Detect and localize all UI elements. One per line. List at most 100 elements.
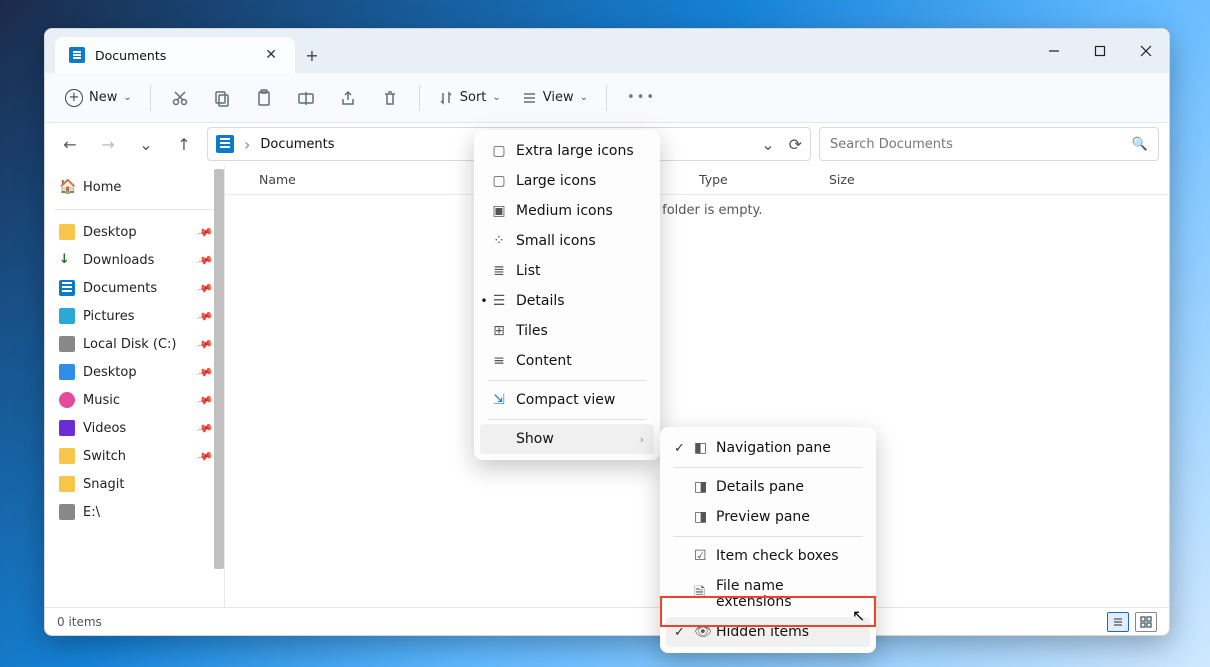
chevron-down-icon: ⌄ (580, 92, 588, 103)
paste-button[interactable] (245, 83, 283, 113)
menu-item-details[interactable]: •☰Details (480, 286, 654, 316)
back-button[interactable]: ← (55, 129, 85, 159)
grid-icon (1140, 616, 1152, 628)
sidebar-item-snagit[interactable]: Snagit (51, 470, 220, 498)
sidebar-label: Home (83, 180, 121, 195)
desktop-icon (59, 364, 75, 380)
forward-button[interactable]: → (93, 129, 123, 159)
rename-button[interactable] (287, 83, 325, 113)
menu-item-navigation-pane[interactable]: ✓◧Navigation pane (666, 433, 870, 463)
toolbar: + New ⌄ Sort ⌄ View ⌄ ••• (45, 73, 1169, 123)
plus-circle-icon: + (65, 89, 83, 107)
window-controls (1031, 29, 1169, 73)
sidebar-item-downloads[interactable]: Downloads📌 (51, 246, 220, 274)
menu-separator (488, 419, 646, 420)
new-button[interactable]: + New ⌄ (57, 83, 140, 113)
chevron-right-icon: › (244, 135, 250, 154)
menu-item-preview-pane[interactable]: ◨Preview pane (666, 502, 870, 532)
menu-item-hidden-items[interactable]: ✓👁Hidden items (666, 617, 870, 647)
minimize-button[interactable] (1031, 29, 1077, 73)
selected-indicator-icon: • (478, 294, 490, 308)
sidebar-item-switch[interactable]: Switch 📌 (51, 442, 220, 470)
list-icon (1112, 616, 1124, 628)
refresh-button[interactable]: ⟳ (789, 135, 802, 154)
lg-icons-icon: ▢ (490, 173, 508, 189)
maximize-button[interactable] (1077, 29, 1123, 73)
chevron-down-icon[interactable]: ⌄ (761, 135, 774, 154)
breadcrumb[interactable]: Documents (260, 137, 334, 152)
thumbnails-view-toggle[interactable] (1135, 612, 1157, 632)
sidebar-item-music[interactable]: Music📌 (51, 386, 220, 414)
sort-label: Sort (460, 90, 487, 105)
menu-separator (488, 380, 646, 381)
scissors-icon (171, 89, 189, 107)
sidebar-label: Videos (83, 421, 126, 436)
search-input[interactable]: Search Documents 🔍 (819, 127, 1159, 161)
tab-documents[interactable]: Documents ✕ (55, 37, 295, 73)
view-menu: ▢Extra large icons ▢Large icons ▣Medium … (474, 130, 660, 460)
sidebar-item-home[interactable]: Home (51, 173, 220, 201)
tab-close-button[interactable]: ✕ (261, 43, 281, 67)
details-icon: ☰ (490, 293, 508, 309)
navigation-pane: Home Desktop📌 Downloads📌 Documents📌 Pict… (45, 165, 225, 607)
list-icon (521, 90, 537, 106)
menu-item-large-icons[interactable]: ▢Large icons (480, 166, 654, 196)
new-label: New (89, 90, 117, 105)
sidebar-label: Documents (83, 281, 157, 296)
sidebar-item-desktop[interactable]: Desktop📌 (51, 218, 220, 246)
sidebar-label: Pictures (83, 309, 134, 324)
sidebar-item-desktop-2[interactable]: Desktop📌 (51, 358, 220, 386)
search-placeholder: Search Documents (830, 137, 953, 152)
close-button[interactable] (1123, 29, 1169, 73)
menu-item-small-icons[interactable]: ⁘Small icons (480, 226, 654, 256)
column-size[interactable]: Size (829, 172, 919, 187)
menu-item-list[interactable]: ≣List (480, 256, 654, 286)
scrollbar-thumb[interactable] (214, 169, 224, 569)
sidebar-item-drive-e[interactable]: E:\ (51, 498, 220, 526)
sidebar-item-documents[interactable]: Documents📌 (51, 274, 220, 302)
menu-item-compact-view[interactable]: ⇲Compact view (480, 385, 654, 415)
menu-item-show[interactable]: Show› (480, 424, 654, 454)
menu-item-item-check-boxes[interactable]: ☑Item check boxes (666, 541, 870, 571)
ellipsis-icon: ••• (627, 90, 656, 105)
chevron-down-icon: ⌄ (492, 92, 500, 103)
menu-item-details-pane[interactable]: ◨Details pane (666, 472, 870, 502)
sidebar-label: Desktop (83, 365, 137, 380)
trash-icon (381, 89, 399, 107)
pin-icon: 📌 (196, 335, 214, 353)
new-tab-button[interactable]: + (295, 37, 329, 73)
sidebar-item-videos[interactable]: Videos📌 (51, 414, 220, 442)
menu-item-medium-icons[interactable]: ▣Medium icons (480, 196, 654, 226)
more-button[interactable]: ••• (617, 84, 666, 111)
menu-item-file-name-extensions[interactable]: 🗎File name extensions (666, 571, 870, 617)
share-button[interactable] (329, 83, 367, 113)
home-icon (59, 179, 75, 195)
copy-button[interactable] (203, 83, 241, 113)
md-icons-icon: ▣ (490, 203, 508, 219)
titlebar: Documents ✕ + (45, 29, 1169, 73)
column-type[interactable]: Type (699, 172, 829, 187)
sort-button[interactable]: Sort ⌄ (430, 84, 509, 112)
file-icon: 🗎 (694, 582, 705, 606)
recent-button[interactable]: ⌄ (131, 129, 161, 159)
sidebar-label: Desktop (83, 225, 137, 240)
menu-item-content[interactable]: ≡Content (480, 346, 654, 376)
tiles-icon: ⊞ (490, 323, 508, 339)
menu-item-extra-large-icons[interactable]: ▢Extra large icons (480, 136, 654, 166)
content-icon: ≡ (490, 353, 508, 369)
up-button[interactable]: ↑ (169, 129, 199, 159)
pin-icon: 📌 (196, 447, 214, 465)
chevron-down-icon: ⌄ (123, 92, 131, 103)
sidebar-item-local-disk[interactable]: Local Disk (C:)📌 (51, 330, 220, 358)
drive-icon (59, 504, 75, 520)
pin-icon: 📌 (196, 307, 214, 325)
menu-item-tiles[interactable]: ⊞Tiles (480, 316, 654, 346)
rename-icon (297, 89, 315, 107)
delete-button[interactable] (371, 83, 409, 113)
cut-button[interactable] (161, 83, 199, 113)
details-view-toggle[interactable] (1107, 612, 1129, 632)
view-button[interactable]: View ⌄ (513, 84, 596, 112)
sidebar-label: Switch (83, 449, 126, 464)
sm-icons-icon: ⁘ (490, 233, 508, 249)
sidebar-item-pictures[interactable]: Pictures 📌 (51, 302, 220, 330)
